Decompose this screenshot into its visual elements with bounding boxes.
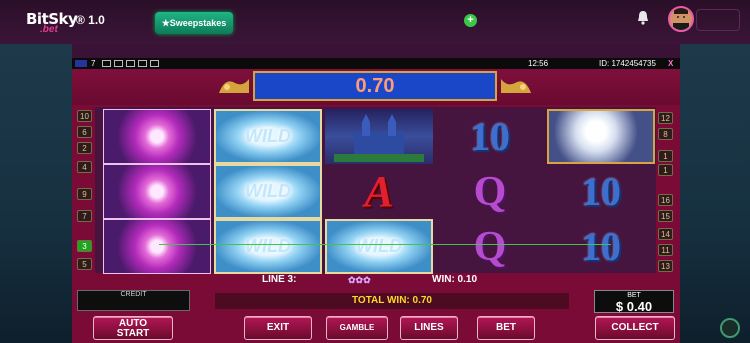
line-badge[interactable]: 13 [658, 260, 673, 272]
ornament-right-icon [501, 79, 531, 93]
credit-display: CREDIT [77, 290, 190, 311]
line-badge-active[interactable]: 3 [77, 240, 92, 252]
close-icon[interactable]: X [668, 58, 673, 69]
line-badge[interactable]: 16 [658, 194, 673, 206]
line-badge[interactable]: 9 [77, 188, 92, 200]
line-badge[interactable]: 6 [77, 126, 92, 138]
fullscreen-icon[interactable] [150, 60, 159, 67]
lily-symbol-icon [103, 219, 211, 274]
background-scene-left [0, 44, 72, 343]
help-icon[interactable] [126, 60, 135, 67]
reel-4: 10 Q Q [436, 107, 544, 273]
clock: 12:56 [528, 59, 549, 68]
history-icon[interactable] [138, 60, 147, 67]
wild-symbol: WILD [214, 109, 322, 164]
reel-1 [103, 107, 211, 274]
unicorn-symbol-icon [547, 109, 655, 164]
bell-icon[interactable] [636, 10, 650, 25]
line-badge[interactable]: 15 [658, 210, 673, 222]
queen-symbol: Q [473, 168, 507, 215]
win-payline [159, 244, 611, 245]
ten-symbol: 10 [581, 224, 621, 269]
slot-game-window: 7 12:56 ID: 1742454735 X 0.70 WILD WILD [72, 58, 680, 343]
line-win-info: LINE 3: ✿✿✿ WIN: 0.10 [72, 273, 680, 287]
gamble-button[interactable]: GAMBLE [326, 316, 388, 340]
support-icon[interactable] [720, 318, 740, 338]
lily-symbol-icon [103, 164, 211, 219]
line-badge[interactable]: 5 [77, 258, 92, 270]
queen-symbol: Q [473, 223, 507, 270]
version-label: ® 1.0 [76, 13, 105, 27]
background-scene-right [680, 44, 750, 343]
line-symbols-icon: ✿✿✿ [348, 275, 371, 285]
line-badge[interactable]: 4 [77, 161, 92, 173]
castle-symbol-icon [325, 109, 433, 164]
lines-indicator: 7 [91, 59, 96, 68]
lily-symbol-icon [103, 109, 211, 164]
sweepstakes-button[interactable]: ★Sweepstakes [155, 12, 233, 34]
reel-area: WILD WILD WILD A WILD 10 Q Q 10 10 [95, 107, 656, 274]
reel-5: 10 10 [547, 107, 655, 273]
account-menu[interactable] [696, 9, 740, 31]
add-funds-icon[interactable]: + [464, 14, 477, 27]
line-badge[interactable]: 14 [658, 228, 673, 240]
avatar[interactable] [668, 6, 694, 32]
exit-button[interactable]: EXIT [244, 316, 312, 340]
reel-3: A WILD [325, 107, 433, 274]
win-header: 0.70 [72, 69, 680, 105]
line-label: LINE 3: [262, 274, 297, 285]
ten-symbol: 10 [581, 169, 621, 214]
game-status-bar: 7 12:56 ID: 1742454735 X [72, 58, 680, 69]
reel-2: WILD WILD WILD [214, 107, 322, 274]
site-logo-sub: .bet [40, 24, 58, 35]
win-display: 0.70 [253, 71, 497, 101]
line-badge[interactable]: 12 [658, 112, 673, 124]
auto-start-label: START [116, 328, 150, 339]
bet-display: BET $ 0.40 [594, 290, 674, 314]
total-win-display: TOTAL WIN: 0.70 [215, 293, 569, 309]
collect-button[interactable]: COLLECT [595, 316, 675, 340]
ten-symbol: 10 [470, 114, 510, 159]
wild-symbol: WILD [325, 219, 433, 274]
line-badge[interactable]: 10 [77, 110, 92, 122]
wild-symbol: WILD [214, 219, 322, 274]
settings-icon[interactable] [114, 60, 123, 67]
line-badge[interactable]: 7 [77, 210, 92, 222]
ornament-left-icon [219, 79, 249, 93]
line-badge[interactable]: 1 [658, 164, 673, 176]
line-badge[interactable]: 8 [658, 128, 673, 140]
auto-start-button[interactable]: AUTO START [93, 316, 173, 340]
sound-icon[interactable] [102, 60, 111, 67]
wild-symbol: WILD [214, 164, 322, 219]
line-badge[interactable]: 11 [658, 244, 673, 256]
flag-icon[interactable] [75, 60, 87, 67]
bet-button[interactable]: BET [477, 316, 535, 340]
bet-value: $ 0.40 [615, 299, 653, 314]
ace-symbol: A [364, 167, 394, 216]
line-badge[interactable]: 2 [77, 142, 92, 154]
site-header: BitSky .bet ® 1.0 ★Sweepstakes + [0, 0, 750, 44]
lines-button[interactable]: LINES [400, 316, 458, 340]
session-id: ID: 1742454735 [599, 59, 656, 68]
line-win-value: WIN: 0.10 [432, 274, 478, 285]
bet-label: BET [627, 292, 641, 299]
line-badge[interactable]: 1 [658, 150, 673, 162]
credit-label: CREDIT [120, 291, 147, 298]
